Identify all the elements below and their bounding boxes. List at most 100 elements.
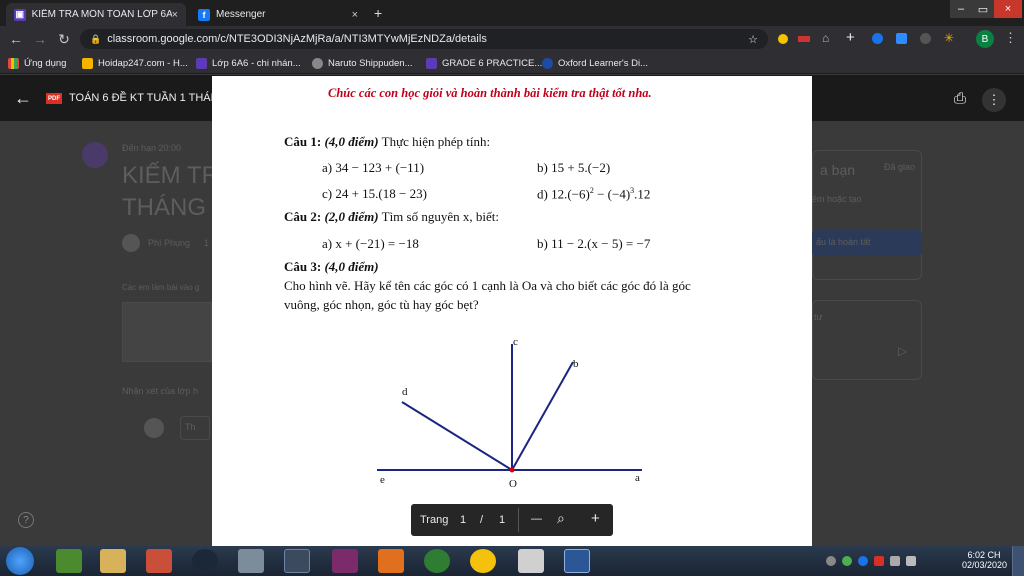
start-button[interactable]	[6, 547, 34, 575]
comment-placeholder: Th	[185, 422, 196, 432]
extension-icon[interactable]: ✳	[944, 31, 954, 45]
tray-icon[interactable]	[842, 556, 852, 566]
label-e: e	[380, 474, 385, 486]
tab-close-icon[interactable]: ×	[352, 9, 358, 21]
pdf-page: Chúc các con học giỏi và hoàn thành bài …	[212, 76, 812, 546]
ray-ob	[511, 361, 574, 471]
chrome-icon[interactable]	[424, 549, 450, 573]
extension-icon[interactable]	[798, 36, 810, 42]
send-icon[interactable]: ▷	[898, 344, 907, 358]
bookmark-apps[interactable]: Ứng dụng	[8, 55, 66, 71]
hoidap-favicon-icon	[82, 57, 93, 69]
volume-icon[interactable]	[890, 556, 900, 566]
tray-icon[interactable]	[874, 556, 884, 566]
browser-menu-icon[interactable]: ⋮	[1004, 30, 1017, 46]
author-meta: 1	[204, 238, 210, 248]
clock[interactable]: 6:02 CH 02/03/2020	[962, 550, 1007, 570]
label-d: d	[402, 386, 408, 398]
bookmark-label: Lớp 6A6 - chi nhán...	[212, 57, 301, 69]
more-options-icon[interactable]: ⋮	[982, 88, 1006, 112]
extension-icon[interactable]	[778, 34, 788, 44]
tab-title: Messenger	[216, 9, 266, 20]
bookmark-label: GRADE 6 PRACTICE...	[442, 57, 543, 69]
bookmark-star-icon[interactable]: ☆	[748, 33, 758, 46]
address-bar[interactable]: 🔒 classroom.google.com/c/NTE3ODI3NjAzMjR…	[80, 29, 768, 49]
current-page[interactable]: 1	[460, 514, 466, 526]
chrome-icon[interactable]	[284, 549, 310, 573]
word-icon[interactable]	[564, 549, 590, 573]
taskbar-app-icon[interactable]	[146, 549, 172, 573]
zoom-out-button[interactable]: —	[531, 513, 542, 525]
private-comments-heading: tư	[814, 312, 823, 322]
system-tray	[826, 556, 936, 568]
add-or-create-button[interactable]: êm hoặc tạo	[812, 194, 862, 204]
oxford-favicon-icon	[542, 57, 553, 69]
close-viewer-back-icon[interactable]: ←	[14, 88, 32, 109]
extension-icon[interactable]	[872, 33, 883, 44]
show-desktop-button[interactable]	[1012, 546, 1024, 576]
extension-icon[interactable]	[920, 33, 931, 44]
tab-title: KIỂM TRA MÔN TOÁN LỚP 6A6	[31, 9, 172, 20]
zoom-icon[interactable]: ⌕	[557, 510, 565, 527]
classroom-favicon-icon	[426, 57, 437, 69]
taskbar-app-icon[interactable]	[470, 549, 496, 573]
minimize-button[interactable]: –	[950, 0, 972, 18]
pdf-reader-icon[interactable]	[378, 549, 404, 573]
extension-icon[interactable]: ⌂	[822, 31, 829, 45]
class-comment-input[interactable]: Th	[180, 416, 210, 440]
extension-icon[interactable]: +	[846, 29, 855, 46]
bookmark-label: Ứng dụng	[24, 57, 67, 69]
point-o	[509, 467, 515, 473]
attachment-thumbnail[interactable]	[122, 302, 212, 362]
bookmark-label: Hoidap247.com - H...	[98, 57, 188, 69]
help-icon[interactable]: ?	[18, 512, 34, 528]
back-icon[interactable]: ←	[6, 28, 26, 50]
reload-icon[interactable]: ↻	[54, 28, 74, 50]
tab-messenger[interactable]: f Messenger ×	[190, 3, 366, 26]
class-comments-heading: Nhận xét của lớp h	[122, 386, 198, 396]
taskbar-app-icon[interactable]	[518, 549, 544, 573]
avatar	[122, 234, 140, 252]
author-name: Phí Phụng	[148, 238, 191, 248]
tray-icon[interactable]	[826, 556, 836, 566]
tray-icon[interactable]	[858, 556, 868, 566]
tab-close-icon[interactable]: ×	[172, 9, 178, 21]
restore-button[interactable]: ▭	[972, 0, 994, 18]
pdf-icon: PDF	[46, 93, 62, 104]
paint-icon[interactable]	[238, 549, 264, 573]
tab-classroom[interactable]: ▣ KIỂM TRA MÔN TOÁN LỚP 6A6 ×	[6, 3, 186, 26]
divider	[518, 508, 519, 532]
classroom-favicon-icon	[196, 57, 207, 69]
classroom-favicon-icon: ▣	[14, 8, 26, 21]
file-explorer-icon[interactable]	[100, 549, 126, 573]
label-c: c	[513, 336, 518, 348]
total-pages: 1	[499, 514, 506, 526]
print-icon[interactable]: ⎙	[954, 90, 966, 107]
winrar-icon[interactable]	[332, 549, 358, 573]
label-o: O	[509, 478, 517, 490]
bookmark-grade6[interactable]: GRADE 6 PRACTICE...	[426, 55, 542, 71]
new-tab-button[interactable]: +	[374, 5, 382, 21]
lock-icon: 🔒	[90, 33, 102, 44]
extension-icon[interactable]	[896, 33, 907, 44]
forward-icon[interactable]: →	[30, 28, 50, 50]
bookmark-naruto[interactable]: Naruto Shippuden...	[312, 55, 413, 71]
bookmark-lop6a6[interactable]: Lớp 6A6 - chi nhán...	[196, 55, 301, 71]
private-comments-card	[812, 300, 922, 380]
mark-as-done-button[interactable]: ấu là hoàn tất	[812, 230, 922, 256]
page-controls: Trang 1 / 1 — ⌕ +	[411, 504, 613, 536]
clock-time: 6:02 CH	[967, 550, 1001, 560]
assignment-title: KIẾM TR	[122, 162, 219, 189]
zoom-in-button[interactable]: +	[591, 510, 600, 527]
profile-avatar[interactable]: B	[976, 30, 994, 48]
angle-figure	[377, 344, 642, 473]
network-icon[interactable]	[906, 556, 916, 566]
bookmark-oxford[interactable]: Oxford Learner's Di...	[542, 55, 648, 71]
bookmark-hoidap247[interactable]: Hoidap247.com - H...	[82, 55, 188, 71]
taskbar-app-icon[interactable]	[56, 549, 82, 573]
facebook-favicon-icon: f	[198, 8, 210, 21]
close-window-button[interactable]: ×	[994, 0, 1022, 18]
steam-icon[interactable]	[192, 549, 218, 573]
bookmark-label: Naruto Shippuden...	[328, 57, 413, 69]
label-a: a	[635, 472, 640, 484]
